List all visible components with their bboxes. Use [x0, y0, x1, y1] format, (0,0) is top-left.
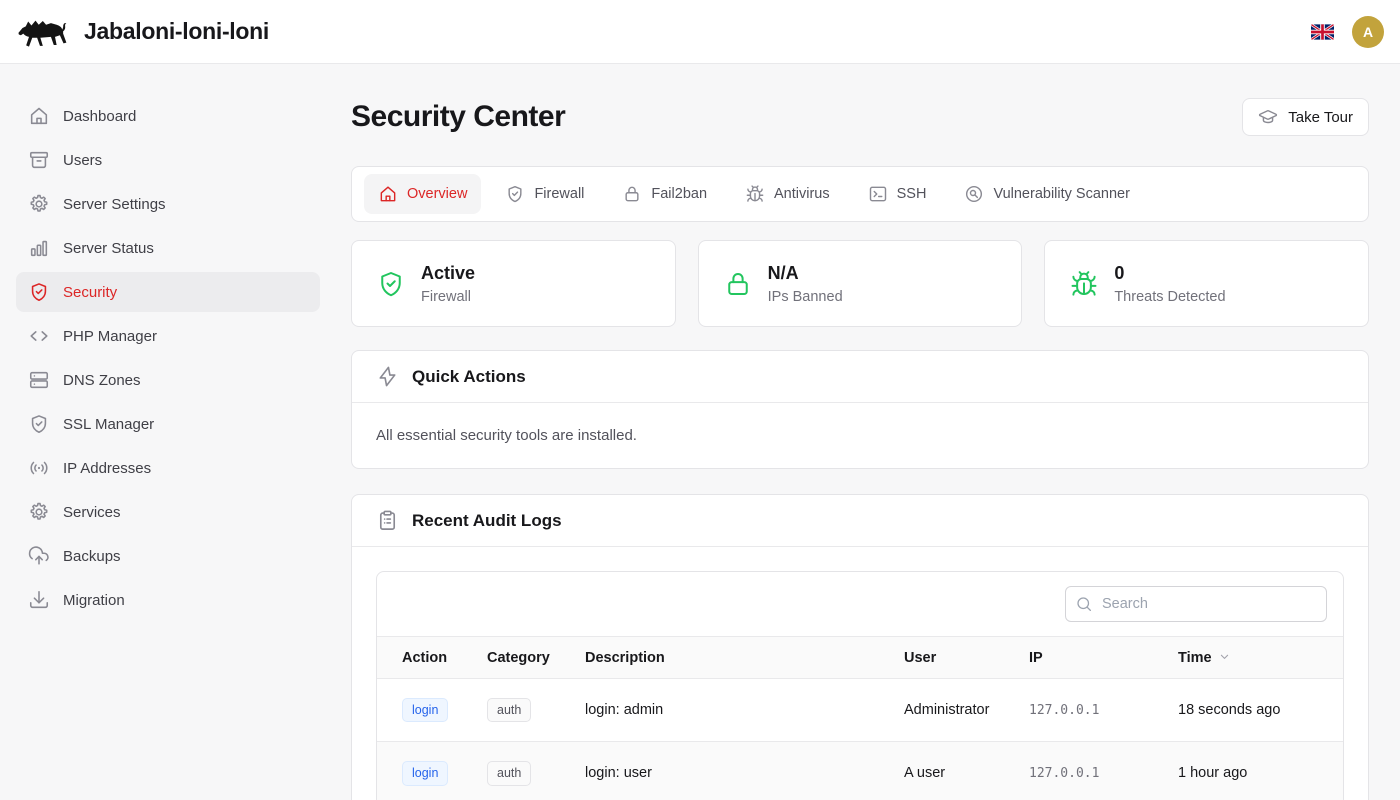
- sidebar-nav: Dashboard Users Server Settings Server S…: [16, 96, 320, 620]
- brand: Jabaloni-loni-loni: [16, 12, 269, 52]
- search-icon: [1075, 595, 1093, 613]
- sidebar-item-users[interactable]: Users: [16, 140, 320, 180]
- tab-vulnerability-scanner[interactable]: Vulnerability Scanner: [950, 174, 1143, 214]
- sidebar-item-server-status[interactable]: Server Status: [16, 228, 320, 268]
- security-tabs: Overview Firewall Fail2ban Antivirus SSH…: [351, 166, 1369, 222]
- scan-icon: [964, 184, 984, 204]
- stat-card-ips-banned: N/A IPs Banned: [698, 240, 1023, 327]
- sidebar-item-dashboard[interactable]: Dashboard: [16, 96, 320, 136]
- shield-check-icon: [28, 413, 50, 435]
- sidebar-item-backups[interactable]: Backups: [16, 536, 320, 576]
- lock-icon: [622, 184, 642, 204]
- cloud-up-icon: [28, 545, 50, 567]
- stat-card-firewall: Active Firewall: [351, 240, 676, 327]
- audit-logs-card: Recent Audit Logs Ac: [351, 494, 1369, 800]
- shield-check-icon: [28, 281, 50, 303]
- tab-antivirus[interactable]: Antivirus: [731, 174, 844, 214]
- tab-overview[interactable]: Overview: [364, 174, 481, 214]
- action-badge: login: [402, 761, 448, 785]
- code-icon: [28, 325, 50, 347]
- category-badge: auth: [487, 761, 531, 785]
- broadcast-icon: [28, 457, 50, 479]
- topbar: Jabaloni-loni-loni A: [0, 0, 1400, 64]
- sidebar-item-server-settings[interactable]: Server Settings: [16, 184, 320, 224]
- graduation-cap-icon: [1258, 107, 1278, 127]
- lock-icon: [723, 269, 753, 299]
- sidebar: Dashboard Users Server Settings Server S…: [0, 64, 336, 800]
- sidebar-item-ip-addresses[interactable]: IP Addresses: [16, 448, 320, 488]
- ip-value: 127.0.0.1: [1029, 766, 1099, 781]
- language-flag-button[interactable]: [1311, 24, 1334, 40]
- description-cell: login: admin: [585, 679, 904, 742]
- boar-logo-icon: [16, 12, 68, 52]
- quick-actions-title: Quick Actions: [412, 367, 526, 387]
- audit-table: ActionCategoryDescriptionUserIPTime logi…: [377, 636, 1343, 800]
- avatar[interactable]: A: [1352, 16, 1384, 48]
- audit-logs-title: Recent Audit Logs: [412, 511, 562, 531]
- gear-icon: [28, 501, 50, 523]
- user-cell: A user: [904, 742, 1029, 800]
- sidebar-item-security[interactable]: Security: [16, 272, 320, 312]
- stat-cards: Active Firewall N/A IPs Banned 0 Threats…: [351, 240, 1369, 327]
- time-cell: 18 seconds ago: [1178, 679, 1343, 742]
- bug-icon: [1069, 269, 1099, 299]
- description-cell: login: user: [585, 742, 904, 800]
- download-icon: [28, 589, 50, 611]
- sidebar-item-services[interactable]: Services: [16, 492, 320, 532]
- sort-desc-icon: [1217, 649, 1232, 664]
- user-cell: Administrator: [904, 679, 1029, 742]
- table-header-row: ActionCategoryDescriptionUserIPTime: [377, 637, 1343, 679]
- stat-value: 0: [1114, 263, 1225, 284]
- search-box: [1065, 586, 1327, 622]
- stat-label: Threats Detected: [1114, 289, 1225, 305]
- take-tour-button[interactable]: Take Tour: [1242, 98, 1369, 136]
- sidebar-item-migration[interactable]: Migration: [16, 580, 320, 620]
- topbar-right: A: [1311, 16, 1384, 48]
- stat-card-threats-detected: 0 Threats Detected: [1044, 240, 1369, 327]
- stat-label: IPs Banned: [768, 289, 843, 305]
- time-cell: 1 hour ago: [1178, 742, 1343, 800]
- zap-icon: [376, 365, 399, 388]
- page-head: Security Center Take Tour: [351, 98, 1369, 136]
- column-header-action[interactable]: Action: [377, 637, 487, 679]
- quick-actions-message: All essential security tools are install…: [376, 427, 1344, 444]
- audit-table-container: ActionCategoryDescriptionUserIPTime logi…: [376, 571, 1344, 800]
- archive-icon: [28, 149, 50, 171]
- shield-check-icon: [505, 184, 525, 204]
- tab-fail2ban[interactable]: Fail2ban: [608, 174, 721, 214]
- shield-check-icon: [376, 269, 406, 299]
- sidebar-item-ssl-manager[interactable]: SSL Manager: [16, 404, 320, 444]
- sidebar-item-dns-zones[interactable]: DNS Zones: [16, 360, 320, 400]
- main-content: Security Center Take Tour Overview Firew…: [336, 64, 1400, 800]
- ip-value: 127.0.0.1: [1029, 703, 1099, 718]
- table-row: login auth login: user A user 127.0.0.1 …: [377, 742, 1343, 800]
- home-icon: [378, 184, 398, 204]
- stat-value: Active: [421, 263, 475, 284]
- terminal-icon: [868, 184, 888, 204]
- clipboard-icon: [376, 509, 399, 532]
- brand-title: Jabaloni-loni-loni: [84, 18, 269, 45]
- column-header-category[interactable]: Category: [487, 637, 585, 679]
- column-header-user[interactable]: User: [904, 637, 1029, 679]
- bug-icon: [745, 184, 765, 204]
- stat-label: Firewall: [421, 289, 475, 305]
- stat-value: N/A: [768, 263, 843, 284]
- home-icon: [28, 105, 50, 127]
- column-header-description[interactable]: Description: [585, 637, 904, 679]
- page-title: Security Center: [351, 100, 565, 134]
- server-icon: [28, 369, 50, 391]
- column-header-time[interactable]: Time: [1178, 637, 1343, 679]
- uk-flag-icon: [1311, 24, 1334, 40]
- action-badge: login: [402, 698, 448, 722]
- sidebar-item-php-manager[interactable]: PHP Manager: [16, 316, 320, 356]
- category-badge: auth: [487, 698, 531, 722]
- quick-actions-card: Quick Actions All essential security too…: [351, 350, 1369, 469]
- tab-firewall[interactable]: Firewall: [491, 174, 598, 214]
- table-row: login auth login: admin Administrator 12…: [377, 679, 1343, 742]
- chart-icon: [28, 237, 50, 259]
- column-header-ip[interactable]: IP: [1029, 637, 1178, 679]
- tab-ssh[interactable]: SSH: [854, 174, 941, 214]
- search-input[interactable]: [1065, 586, 1327, 622]
- gear-icon: [28, 193, 50, 215]
